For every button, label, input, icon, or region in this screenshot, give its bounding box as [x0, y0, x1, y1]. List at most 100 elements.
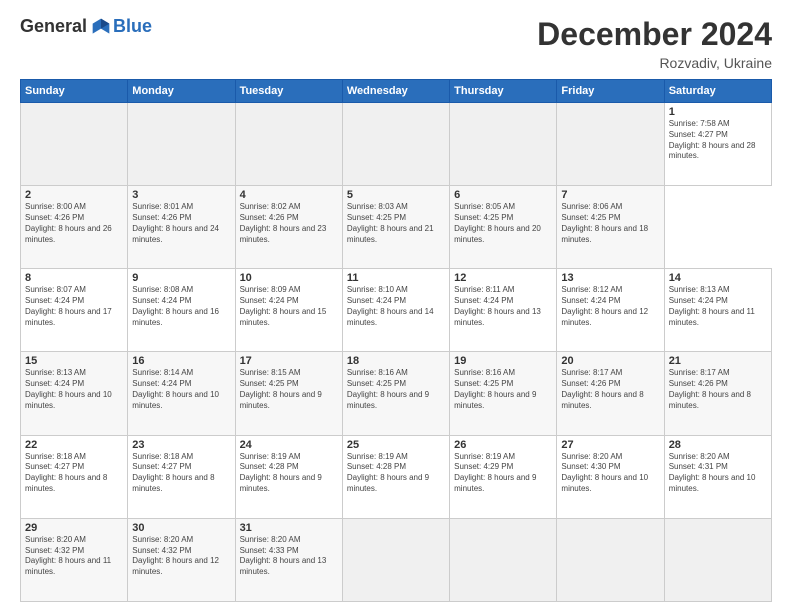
col-monday: Monday — [128, 80, 235, 103]
day-info: Sunrise: 8:18 AM Sunset: 4:27 PM Dayligh… — [132, 452, 230, 495]
day-info: Sunrise: 8:10 AM Sunset: 4:24 PM Dayligh… — [347, 285, 445, 328]
table-row: 1Sunrise: 7:58 AM Sunset: 4:27 PM Daylig… — [664, 103, 771, 186]
day-info: Sunrise: 8:13 AM Sunset: 4:24 PM Dayligh… — [25, 368, 123, 411]
day-info: Sunrise: 8:13 AM Sunset: 4:24 PM Dayligh… — [669, 285, 767, 328]
day-info: Sunrise: 8:07 AM Sunset: 4:24 PM Dayligh… — [25, 285, 123, 328]
day-number: 4 — [240, 189, 338, 201]
day-info: Sunrise: 8:18 AM Sunset: 4:27 PM Dayligh… — [25, 452, 123, 495]
day-number: 21 — [669, 355, 767, 367]
day-info: Sunrise: 8:19 AM Sunset: 4:28 PM Dayligh… — [240, 452, 338, 495]
day-number: 10 — [240, 272, 338, 284]
day-number: 16 — [132, 355, 230, 367]
week-row-2: 2Sunrise: 8:00 AM Sunset: 4:26 PM Daylig… — [21, 186, 772, 269]
table-row: 31Sunrise: 8:20 AM Sunset: 4:33 PM Dayli… — [235, 518, 342, 601]
day-info: Sunrise: 8:17 AM Sunset: 4:26 PM Dayligh… — [561, 368, 659, 411]
table-row — [664, 518, 771, 601]
table-row: 12Sunrise: 8:11 AM Sunset: 4:24 PM Dayli… — [450, 269, 557, 352]
table-row: 22Sunrise: 8:18 AM Sunset: 4:27 PM Dayli… — [21, 435, 128, 518]
day-info: Sunrise: 8:12 AM Sunset: 4:24 PM Dayligh… — [561, 285, 659, 328]
week-row-4: 15Sunrise: 8:13 AM Sunset: 4:24 PM Dayli… — [21, 352, 772, 435]
day-info: Sunrise: 8:01 AM Sunset: 4:26 PM Dayligh… — [132, 202, 230, 245]
table-row: 11Sunrise: 8:10 AM Sunset: 4:24 PM Dayli… — [342, 269, 449, 352]
day-info: Sunrise: 8:11 AM Sunset: 4:24 PM Dayligh… — [454, 285, 552, 328]
logo: General Blue — [20, 16, 152, 37]
day-number: 24 — [240, 439, 338, 451]
table-row: 4Sunrise: 8:02 AM Sunset: 4:26 PM Daylig… — [235, 186, 342, 269]
col-wednesday: Wednesday — [342, 80, 449, 103]
table-row — [557, 103, 664, 186]
col-tuesday: Tuesday — [235, 80, 342, 103]
month-title: December 2024 — [537, 16, 772, 53]
table-row: 6Sunrise: 8:05 AM Sunset: 4:25 PM Daylig… — [450, 186, 557, 269]
day-number: 30 — [132, 522, 230, 534]
table-row — [342, 103, 449, 186]
day-number: 15 — [25, 355, 123, 367]
table-row — [450, 518, 557, 601]
day-info: Sunrise: 8:16 AM Sunset: 4:25 PM Dayligh… — [347, 368, 445, 411]
day-number: 26 — [454, 439, 552, 451]
day-number: 27 — [561, 439, 659, 451]
table-row: 20Sunrise: 8:17 AM Sunset: 4:26 PM Dayli… — [557, 352, 664, 435]
table-row: 26Sunrise: 8:19 AM Sunset: 4:29 PM Dayli… — [450, 435, 557, 518]
col-sunday: Sunday — [21, 80, 128, 103]
day-info: Sunrise: 8:00 AM Sunset: 4:26 PM Dayligh… — [25, 202, 123, 245]
table-row: 23Sunrise: 8:18 AM Sunset: 4:27 PM Dayli… — [128, 435, 235, 518]
day-info: Sunrise: 8:17 AM Sunset: 4:26 PM Dayligh… — [669, 368, 767, 411]
table-row: 21Sunrise: 8:17 AM Sunset: 4:26 PM Dayli… — [664, 352, 771, 435]
table-row: 24Sunrise: 8:19 AM Sunset: 4:28 PM Dayli… — [235, 435, 342, 518]
table-row: 3Sunrise: 8:01 AM Sunset: 4:26 PM Daylig… — [128, 186, 235, 269]
table-row — [450, 103, 557, 186]
day-info: Sunrise: 8:20 AM Sunset: 4:33 PM Dayligh… — [240, 535, 338, 578]
calendar-table: Sunday Monday Tuesday Wednesday Thursday… — [20, 79, 772, 602]
table-row — [235, 103, 342, 186]
week-row-5: 22Sunrise: 8:18 AM Sunset: 4:27 PM Dayli… — [21, 435, 772, 518]
table-row: 9Sunrise: 8:08 AM Sunset: 4:24 PM Daylig… — [128, 269, 235, 352]
day-number: 17 — [240, 355, 338, 367]
table-row: 2Sunrise: 8:00 AM Sunset: 4:26 PM Daylig… — [21, 186, 128, 269]
day-info: Sunrise: 8:16 AM Sunset: 4:25 PM Dayligh… — [454, 368, 552, 411]
table-row — [21, 103, 128, 186]
table-row: 30Sunrise: 8:20 AM Sunset: 4:32 PM Dayli… — [128, 518, 235, 601]
day-number: 22 — [25, 439, 123, 451]
table-row: 16Sunrise: 8:14 AM Sunset: 4:24 PM Dayli… — [128, 352, 235, 435]
col-thursday: Thursday — [450, 80, 557, 103]
day-number: 8 — [25, 272, 123, 284]
day-number: 9 — [132, 272, 230, 284]
table-row: 10Sunrise: 8:09 AM Sunset: 4:24 PM Dayli… — [235, 269, 342, 352]
week-row-6: 29Sunrise: 8:20 AM Sunset: 4:32 PM Dayli… — [21, 518, 772, 601]
table-row — [557, 518, 664, 601]
day-info: Sunrise: 8:14 AM Sunset: 4:24 PM Dayligh… — [132, 368, 230, 411]
day-number: 28 — [669, 439, 767, 451]
day-number: 29 — [25, 522, 123, 534]
day-info: Sunrise: 8:20 AM Sunset: 4:31 PM Dayligh… — [669, 452, 767, 495]
col-friday: Friday — [557, 80, 664, 103]
day-info: Sunrise: 8:03 AM Sunset: 4:25 PM Dayligh… — [347, 202, 445, 245]
page: General Blue December 2024 Rozvadiv, Ukr… — [0, 0, 792, 612]
table-row: 19Sunrise: 8:16 AM Sunset: 4:25 PM Dayli… — [450, 352, 557, 435]
day-number: 20 — [561, 355, 659, 367]
table-row: 28Sunrise: 8:20 AM Sunset: 4:31 PM Dayli… — [664, 435, 771, 518]
table-row — [128, 103, 235, 186]
week-row-3: 8Sunrise: 8:07 AM Sunset: 4:24 PM Daylig… — [21, 269, 772, 352]
day-number: 5 — [347, 189, 445, 201]
day-info: Sunrise: 8:06 AM Sunset: 4:25 PM Dayligh… — [561, 202, 659, 245]
table-row: 17Sunrise: 8:15 AM Sunset: 4:25 PM Dayli… — [235, 352, 342, 435]
table-row: 27Sunrise: 8:20 AM Sunset: 4:30 PM Dayli… — [557, 435, 664, 518]
day-number: 18 — [347, 355, 445, 367]
day-info: Sunrise: 8:09 AM Sunset: 4:24 PM Dayligh… — [240, 285, 338, 328]
logo-general: General — [20, 16, 87, 37]
day-info: Sunrise: 8:19 AM Sunset: 4:29 PM Dayligh… — [454, 452, 552, 495]
table-row — [342, 518, 449, 601]
day-info: Sunrise: 8:19 AM Sunset: 4:28 PM Dayligh… — [347, 452, 445, 495]
day-info: Sunrise: 8:02 AM Sunset: 4:26 PM Dayligh… — [240, 202, 338, 245]
day-number: 31 — [240, 522, 338, 534]
logo-icon — [91, 17, 111, 37]
table-row: 8Sunrise: 8:07 AM Sunset: 4:24 PM Daylig… — [21, 269, 128, 352]
day-number: 2 — [25, 189, 123, 201]
location: Rozvadiv, Ukraine — [537, 55, 772, 71]
table-row: 14Sunrise: 8:13 AM Sunset: 4:24 PM Dayli… — [664, 269, 771, 352]
logo-blue: Blue — [113, 16, 152, 37]
day-info: Sunrise: 8:05 AM Sunset: 4:25 PM Dayligh… — [454, 202, 552, 245]
table-row: 5Sunrise: 8:03 AM Sunset: 4:25 PM Daylig… — [342, 186, 449, 269]
day-number: 7 — [561, 189, 659, 201]
